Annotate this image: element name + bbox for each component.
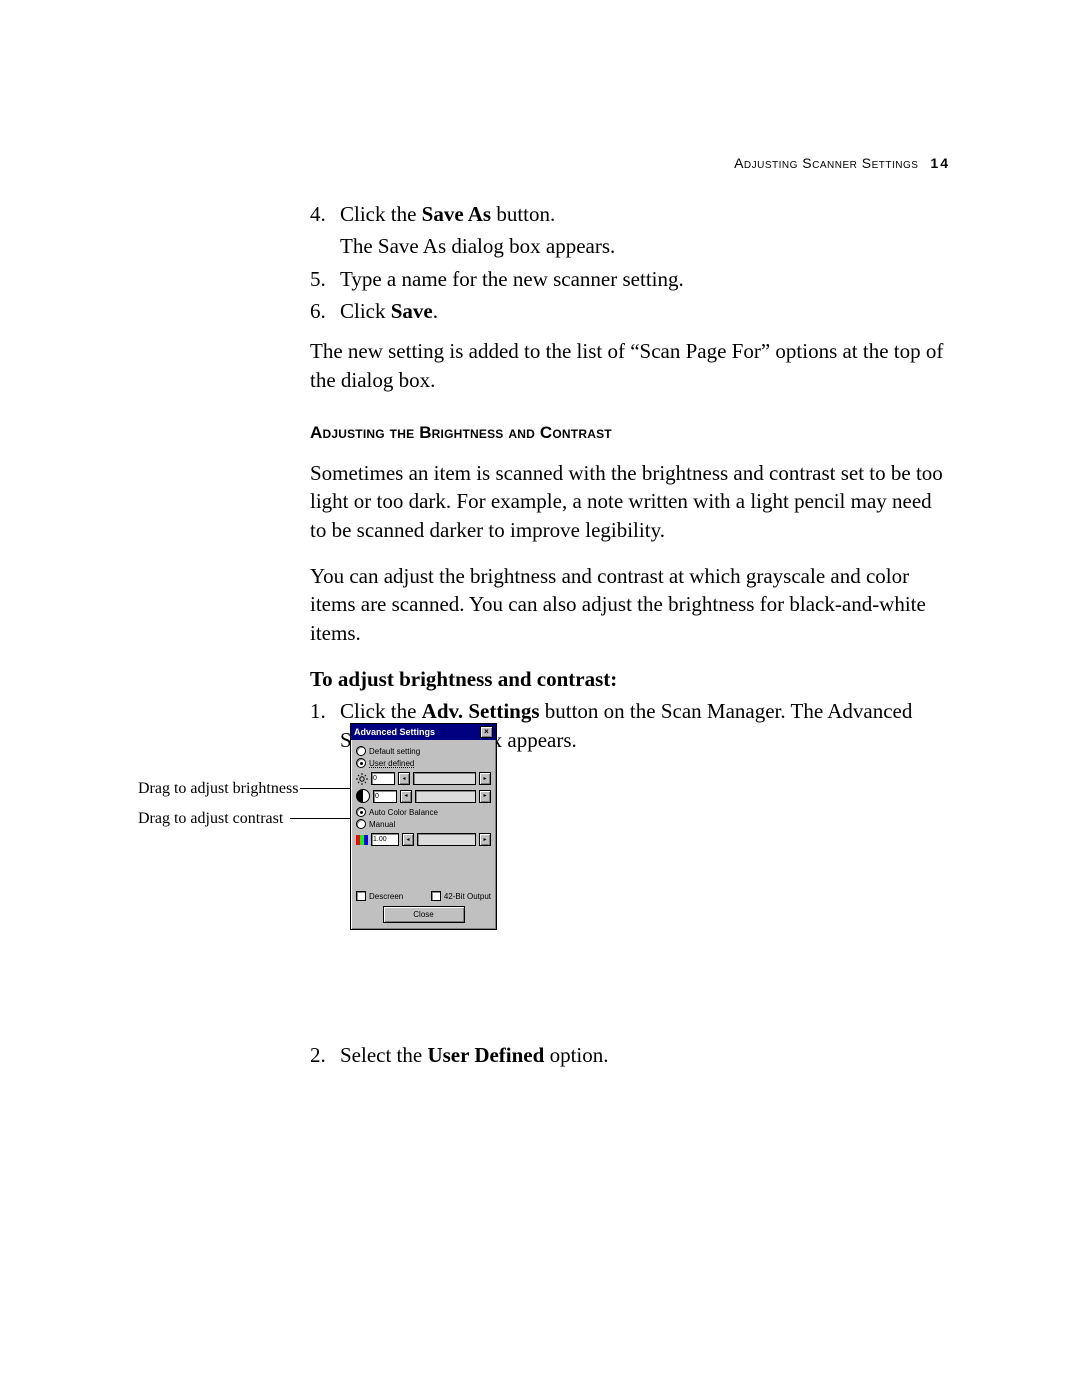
dialog-title: Advanced Settings (354, 727, 435, 737)
radio-user-defined[interactable]: User defined (356, 758, 491, 768)
step-4-sub: The Save As dialog box appears. (310, 232, 950, 260)
dialog-body: Default setting User defined 0 ◂ ▸ (351, 740, 496, 929)
content: 4. Click the Save As button. The Save As… (310, 200, 950, 1081)
advanced-settings-dialog: Advanced Settings × Default setting User… (350, 723, 497, 930)
contrast-icon (356, 789, 370, 803)
close-icon[interactable]: × (480, 726, 493, 738)
step-number: 4. (310, 200, 340, 228)
step-b2: 2. Select the User Defined option. (310, 1041, 950, 1069)
page-number: 14 (930, 155, 950, 171)
scroll-right-button[interactable]: ▸ (479, 790, 491, 803)
radio-default-setting[interactable]: Default setting (356, 746, 491, 756)
step-text: Click Save. (340, 297, 950, 325)
color-slider-row: 1.00 ◂ ▸ (356, 833, 491, 846)
brightness-slider-row: 0 ◂ ▸ (356, 772, 491, 785)
section-heading: Adjusting the Brightness and Contrast (310, 422, 950, 445)
step-number: 5. (310, 265, 340, 293)
color-track[interactable] (417, 833, 476, 846)
step-text: The Save As dialog box appears. (340, 232, 950, 260)
subheading-adjust: To adjust brightness and contrast: (310, 665, 950, 693)
radio-label: Default setting (369, 747, 420, 756)
steps-list-b2: 2. Select the User Defined option. (310, 1041, 950, 1069)
radio-label: Manual (369, 820, 395, 829)
step-number: 6. (310, 297, 340, 325)
checkbox-label: 42-Bit Output (444, 892, 491, 901)
radio-label: User defined (369, 759, 414, 768)
step-text: Type a name for the new scanner setting. (340, 265, 950, 293)
step-5: 5. Type a name for the new scanner setti… (310, 265, 950, 293)
scroll-right-button[interactable]: ▸ (479, 772, 491, 785)
steps-list-a: 4. Click the Save As button. The Save As… (310, 200, 950, 325)
scroll-left-button[interactable]: ◂ (400, 790, 412, 803)
dialog-window: Advanced Settings × Default setting User… (350, 723, 497, 930)
step-6: 6. Click Save. (310, 297, 950, 325)
contrast-slider-row: 0 ◂ ▸ (356, 789, 491, 803)
color-balance-icon (356, 835, 368, 845)
checkbox-label: Descreen (369, 892, 403, 901)
step-text: Select the User Defined option. (340, 1041, 950, 1069)
brightness-icon (356, 773, 368, 785)
scroll-left-button[interactable]: ◂ (398, 772, 410, 785)
radio-icon (356, 819, 366, 829)
checkbox-42bit-output[interactable]: 42-Bit Output (431, 891, 491, 901)
radio-icon (356, 746, 366, 756)
radio-manual[interactable]: Manual (356, 819, 491, 829)
checkbox-descreen[interactable]: Descreen (356, 891, 403, 901)
scroll-left-button[interactable]: ◂ (402, 833, 414, 846)
paragraph-b2: You can adjust the brightness and contra… (310, 562, 950, 647)
color-value[interactable]: 1.00 (371, 833, 399, 846)
checkbox-icon (431, 891, 441, 901)
paragraph-after-steps: The new setting is added to the list of … (310, 337, 950, 394)
paragraph-b1: Sometimes an item is scanned with the br… (310, 459, 950, 544)
dialog-titlebar[interactable]: Advanced Settings × (351, 724, 496, 740)
radio-icon (356, 807, 366, 817)
radio-icon (356, 758, 366, 768)
radio-label: Auto Color Balance (369, 808, 438, 817)
brightness-track[interactable] (413, 772, 476, 785)
dialog-spacer (356, 850, 491, 888)
step-number: 2. (310, 1041, 340, 1069)
step-4: 4. Click the Save As button. (310, 200, 950, 228)
checkbox-icon (356, 891, 366, 901)
callout-contrast: Drag to adjust contrast (138, 810, 283, 828)
contrast-value[interactable]: 0 (373, 790, 397, 803)
brightness-value[interactable]: 0 (371, 772, 395, 785)
radio-auto-color-balance[interactable]: Auto Color Balance (356, 807, 491, 817)
step-number: 1. (310, 697, 340, 754)
dialog-checkbox-row: Descreen 42-Bit Output (356, 891, 491, 901)
contrast-track[interactable] (415, 790, 476, 803)
step-number (310, 232, 340, 260)
close-button[interactable]: Close (383, 906, 465, 923)
scroll-right-button[interactable]: ▸ (479, 833, 491, 846)
page: Adjusting Scanner Settings 14 4. Click t… (0, 0, 1080, 1397)
step-text: Click the Save As button. (340, 200, 950, 228)
header-title: Adjusting Scanner Settings (734, 155, 918, 171)
callout-brightness: Drag to adjust brightness (138, 780, 298, 798)
page-header: Adjusting Scanner Settings 14 (734, 155, 950, 171)
